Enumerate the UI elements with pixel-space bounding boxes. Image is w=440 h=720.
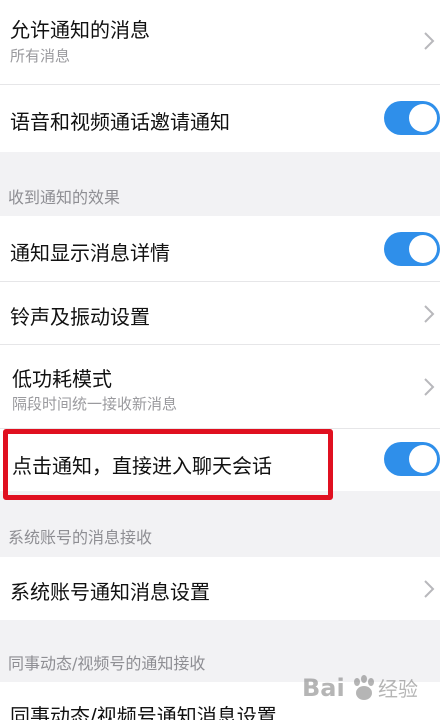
effects-section-header: 收到通知的效果 xyxy=(8,188,121,207)
system-account-settings-title: 系统账号通知消息设置 xyxy=(10,580,210,604)
toggle-knob xyxy=(409,235,437,263)
system-account-settings-row[interactable]: 系统账号通知消息设置 xyxy=(0,557,440,620)
svg-text:经验: 经验 xyxy=(378,677,418,701)
show-details-toggle[interactable] xyxy=(384,232,440,266)
voice-video-invite-row: 语音和视频通话邀请通知 xyxy=(0,85,440,152)
show-details-row: 通知显示消息详情 xyxy=(0,216,440,281)
low-power-mode-title: 低功耗模式 xyxy=(12,367,112,391)
toggle-knob xyxy=(409,445,437,473)
low-power-mode-subtitle: 隔段时间统一接收新消息 xyxy=(12,395,178,413)
ringtone-vibration-title: 铃声及振动设置 xyxy=(10,305,150,329)
low-power-mode-row[interactable]: 低功耗模式 隔段时间统一接收新消息 xyxy=(0,345,440,428)
baidu-logo-icon: Bai 经验 xyxy=(302,674,418,702)
allow-notifications-row[interactable]: 允许通知的消息 所有消息 xyxy=(0,0,440,84)
highlight-annotation-box xyxy=(3,429,333,500)
voice-video-invite-toggle[interactable] xyxy=(384,101,440,135)
svg-text:Bai: Bai xyxy=(302,674,345,702)
tap-to-enter-chat-toggle[interactable] xyxy=(384,442,440,476)
voice-video-invite-title: 语音和视频通话邀请通知 xyxy=(10,110,230,134)
colleague-section-header: 同事动态/视频号的通知接收 xyxy=(8,654,206,673)
show-details-title: 通知显示消息详情 xyxy=(10,241,170,265)
notification-settings-screen: 允许通知的消息 所有消息 语音和视频通话邀请通知 收到通知的效果 通知显示消息详… xyxy=(0,0,440,720)
system-account-section-header: 系统账号的消息接收 xyxy=(8,528,153,547)
chevron-right-icon xyxy=(424,32,435,50)
colleague-settings-title: 同事动态/视频号通知消息设置 xyxy=(10,704,277,720)
toggle-knob xyxy=(409,104,437,132)
chevron-right-icon xyxy=(424,580,435,598)
ringtone-vibration-row[interactable]: 铃声及振动设置 xyxy=(0,282,440,344)
chevron-right-icon xyxy=(424,378,435,396)
chevron-right-icon xyxy=(424,305,435,323)
allow-notifications-title: 允许通知的消息 xyxy=(10,18,150,42)
allow-notifications-subtitle: 所有消息 xyxy=(10,47,71,65)
